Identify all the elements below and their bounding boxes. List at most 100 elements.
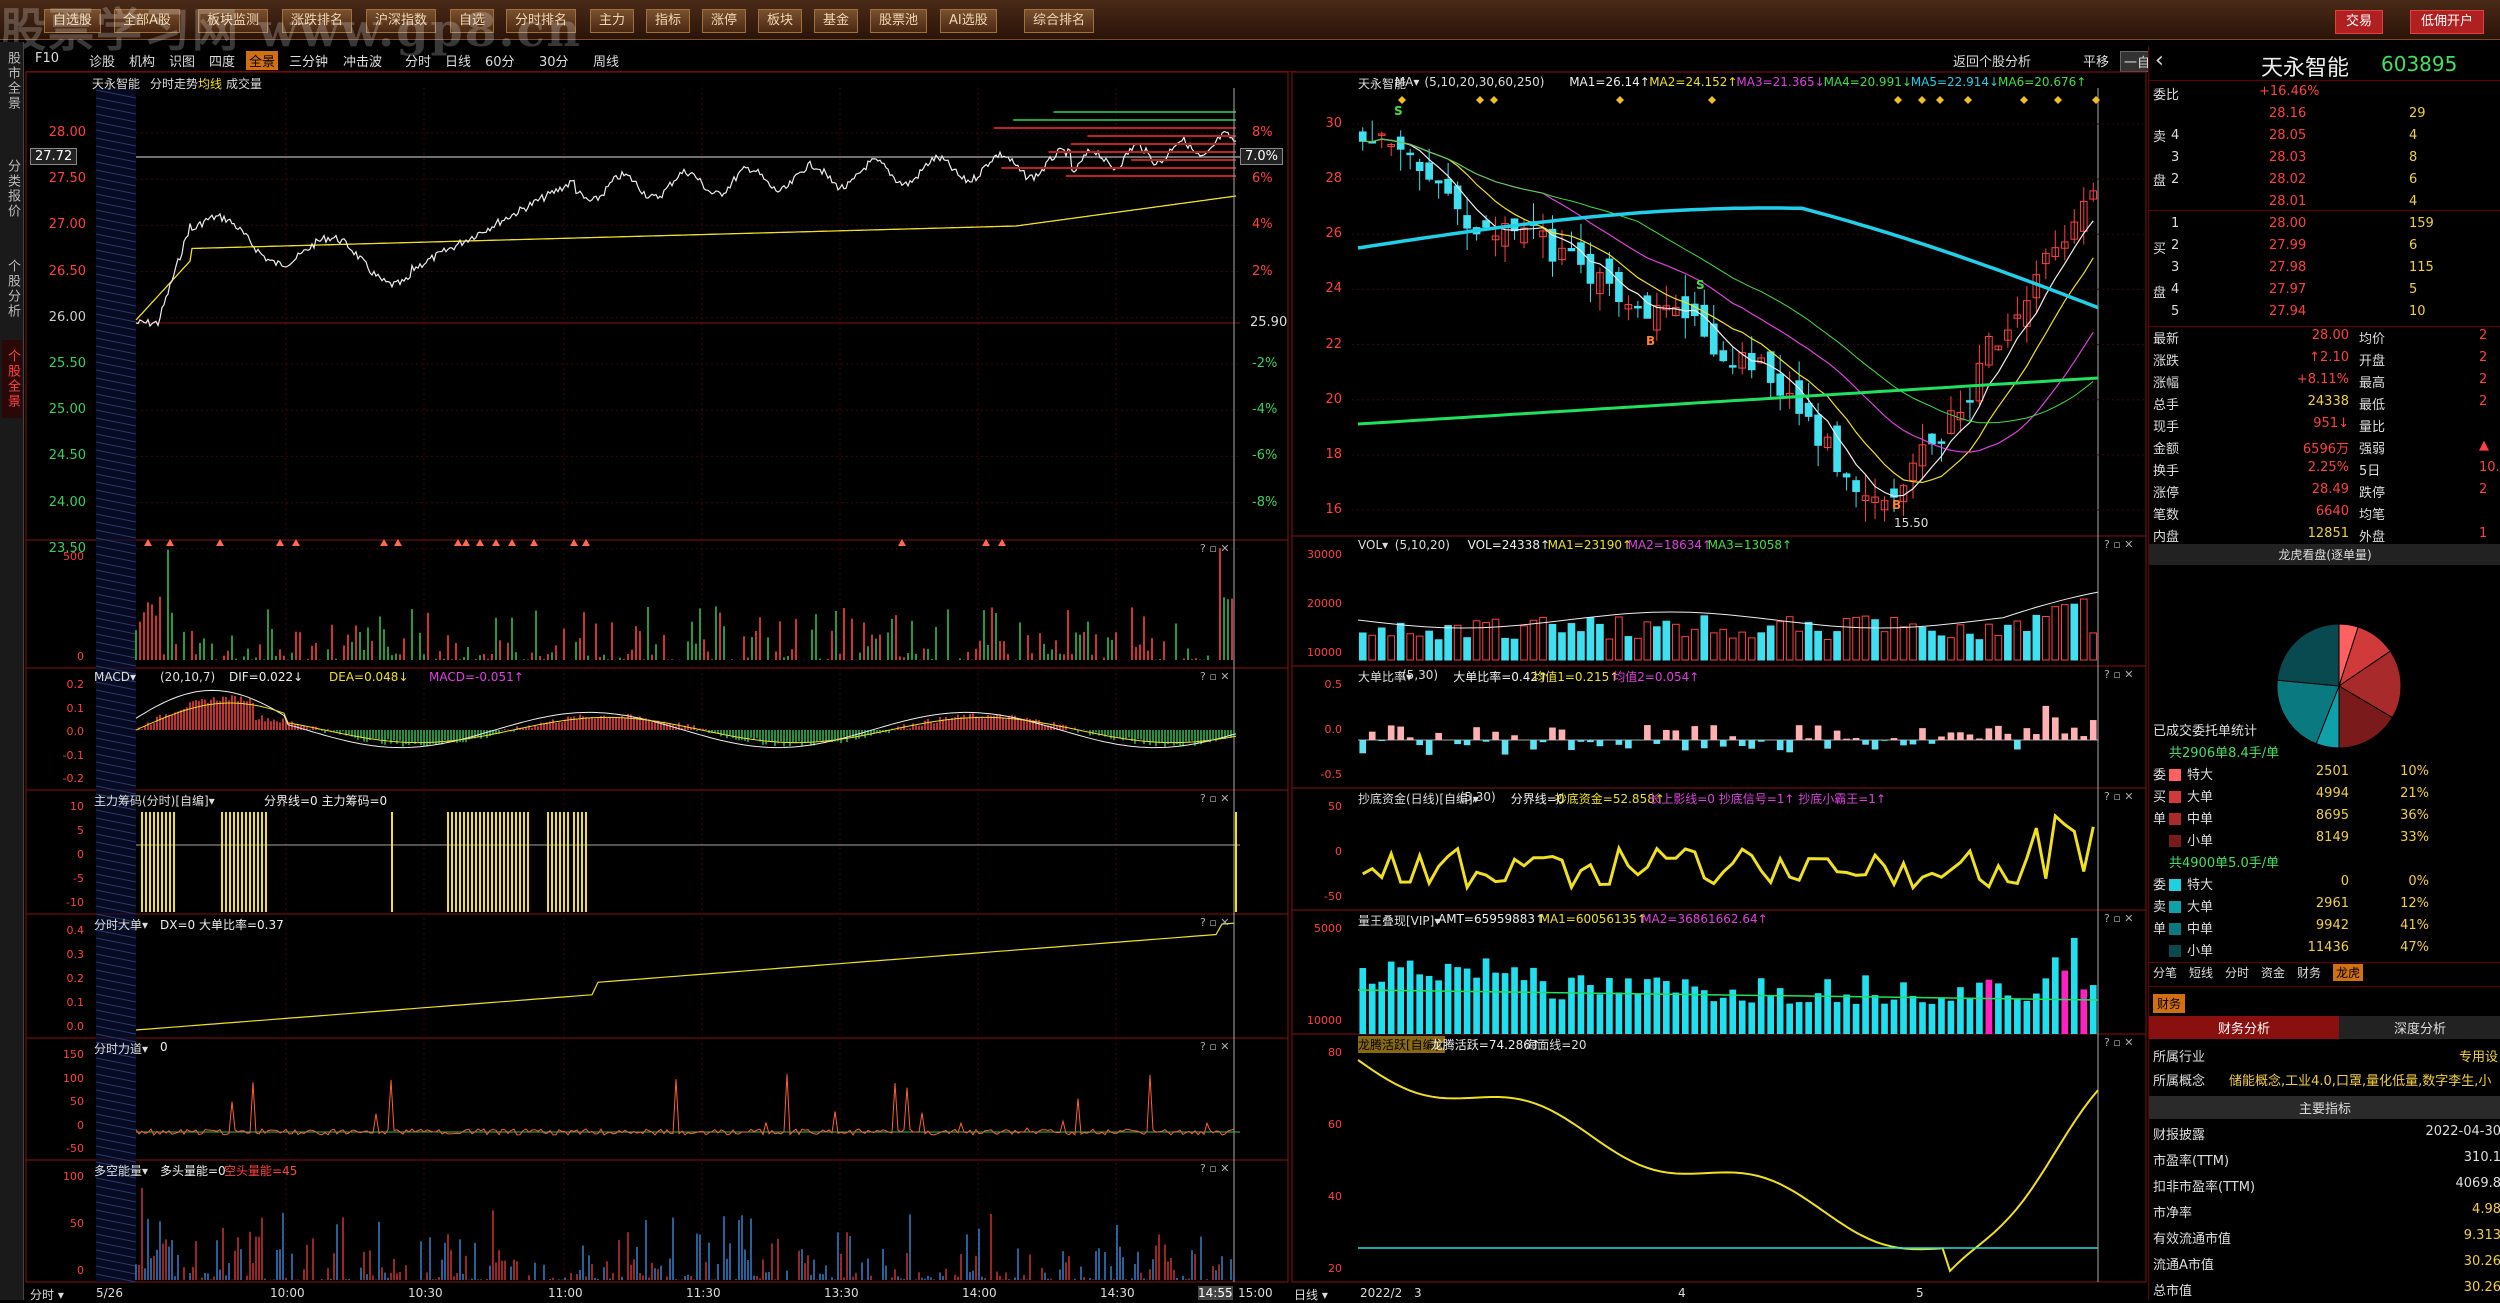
ddbl-bar xyxy=(1976,739,1983,740)
lwdx-bar xyxy=(1616,992,1623,1034)
daily-axis-label-lths: 20 xyxy=(1300,1262,1342,1275)
daily-volume-bar xyxy=(1511,639,1518,660)
daily-axis-label-lths: 40 xyxy=(1300,1190,1342,1203)
low-price-label: 15.50 xyxy=(1894,516,1928,530)
panel-controls[interactable]: ? ▫ ✕ xyxy=(1200,542,1230,555)
lwdx-bar xyxy=(1758,978,1765,1034)
panel-title-dkn[interactable]: 多空能量▾ xyxy=(94,1162,148,1179)
time-axis-label: 14:55 xyxy=(1198,1286,1233,1300)
panel-controls[interactable]: ? ▫ ✕ xyxy=(1200,1040,1230,1053)
daily-volume-bar xyxy=(1967,634,1974,660)
panel-controls[interactable]: ? ▫ ✕ xyxy=(1200,792,1230,805)
ma-menu[interactable]: MA▾ xyxy=(1395,75,1420,89)
lwdx-bar xyxy=(1597,994,1604,1034)
sell-row-pct: 0% xyxy=(2379,874,2429,889)
lwdx-bar xyxy=(1843,994,1850,1034)
right-tab-5[interactable]: 龙虎 xyxy=(2333,964,2363,981)
time-axis-label: 10:00 xyxy=(270,1286,305,1300)
ma-line xyxy=(1363,139,2094,452)
axis-label-dkn: 100 xyxy=(44,1170,84,1183)
daily-footer-menu[interactable]: 日线 ▾ xyxy=(1294,1286,1328,1303)
deep-analysis-tab[interactable]: 深度分析 xyxy=(2339,1016,2500,1039)
lwdx-bar xyxy=(1881,1004,1888,1034)
daily-panel-controls[interactable]: ? ▫ ✕ xyxy=(2104,1036,2134,1049)
account-button[interactable]: 低佣开户 xyxy=(2410,10,2484,34)
panel-title-fsld[interactable]: 分时力道▾ xyxy=(94,1040,148,1057)
lwdx-bar xyxy=(1473,978,1480,1034)
right-tab-3[interactable]: 资金 xyxy=(2261,964,2285,981)
daily-volume-bar xyxy=(1891,617,1898,660)
fin-value-4: 9.313 xyxy=(2409,1228,2500,1243)
ddbl-bar xyxy=(2052,717,2059,740)
finance-tab[interactable]: 财务 xyxy=(2153,994,2185,1013)
intraday-pane-2 xyxy=(26,668,1288,790)
macd-dea-value: DEA=0.048↓ xyxy=(329,670,409,684)
trade-button[interactable]: 交易 xyxy=(2335,10,2383,34)
stat-value-2: +8.11% xyxy=(2259,372,2349,387)
right-tab-2[interactable]: 分时 xyxy=(2225,964,2249,981)
ddbl-bar xyxy=(1900,740,1907,745)
ddbl-bar xyxy=(1682,740,1689,750)
order-stats-title: 已成交委托单统计 xyxy=(2153,720,2257,739)
panel-controls[interactable]: ? ▫ ✕ xyxy=(1200,916,1230,929)
lwdx-bar xyxy=(1691,986,1698,1034)
daily-panel-controls[interactable]: ? ▫ ✕ xyxy=(2104,668,2134,681)
daily-volume-bar xyxy=(1578,632,1585,660)
right-stock-code: 603895 xyxy=(2381,52,2457,76)
daily-event-marker xyxy=(1936,96,1944,104)
ddbl-bar xyxy=(1710,725,1717,740)
macd-value: MACD=-0.051↑ xyxy=(429,670,524,684)
time-axis-label: 10:30 xyxy=(408,1286,443,1300)
ma-line xyxy=(1363,139,2094,423)
pct-axis-label: -8% xyxy=(1252,495,1277,510)
lwdx-bar xyxy=(1891,1000,1898,1034)
time-axis-label: 14:00 xyxy=(962,1286,997,1300)
ddbl-bar xyxy=(1464,740,1471,745)
right-tab-4[interactable]: 财务 xyxy=(2297,964,2321,981)
ddbl-bar xyxy=(1853,738,1860,740)
right-tab-1[interactable]: 短线 xyxy=(2189,964,2213,981)
buy-orders-header: 共2906单8.4手/单 xyxy=(2169,742,2279,761)
ddbl-bar xyxy=(2080,736,2087,740)
daily-event-marker xyxy=(1918,96,1926,104)
right-tab-0[interactable]: 分笔 xyxy=(2153,964,2177,981)
ddbl-bar xyxy=(1805,738,1812,740)
lwdx-bar xyxy=(1397,967,1404,1034)
bid-volume-1: 159 xyxy=(2409,216,2434,231)
buy-row-label: 小单 xyxy=(2187,830,2213,849)
bid-volume-3: 115 xyxy=(2409,260,2434,275)
panel-title-fsdd[interactable]: 分时大单▾ xyxy=(94,916,148,933)
back-button[interactable]: ‹ xyxy=(2155,48,2164,73)
fin-label-3: 市净率 xyxy=(2153,1202,2192,1221)
panel-title-macd[interactable]: MACD▾ xyxy=(94,670,136,684)
daily-event-marker xyxy=(1398,96,1406,104)
ask-price-2: 28.02 xyxy=(2269,172,2306,187)
stat-label2-9: 外盘 xyxy=(2359,526,2385,545)
daily-panel-controls[interactable]: ? ▫ ✕ xyxy=(2104,912,2134,925)
lwdx-bar xyxy=(1492,973,1499,1034)
finance-analysis-tab[interactable]: 财务分析 xyxy=(2149,1016,2339,1039)
daily-volume-bar xyxy=(1597,624,1604,660)
intraday-footer-menu[interactable]: 分时 ▾ xyxy=(30,1286,64,1303)
daily-volume-bar xyxy=(1521,626,1528,660)
ddbl-bar xyxy=(1530,740,1537,750)
daily-panel-lths-text-3: 海面线=20 xyxy=(1525,1036,1586,1053)
legend-swatch xyxy=(2169,835,2181,847)
legend-swatch xyxy=(2169,791,2181,803)
daily-axis-label-ddbl: 0.5 xyxy=(1300,678,1342,691)
panel-controls[interactable]: ? ▫ ✕ xyxy=(1200,1162,1230,1175)
ddbl-bar xyxy=(1473,727,1480,740)
daily-volume-bar xyxy=(1473,621,1480,660)
lwdx-bar xyxy=(2005,995,2012,1034)
daily-panel-lwxl-text-0[interactable]: 量王叠现[VIP]▾ xyxy=(1358,912,1440,929)
lwdx-bar xyxy=(1663,981,1670,1034)
daily-panel-vol-text-0[interactable]: VOL▾ xyxy=(1358,538,1388,552)
panel-controls[interactable]: ? ▫ ✕ xyxy=(1200,670,1230,683)
daily-panel-controls[interactable]: ? ▫ ✕ xyxy=(2104,790,2134,803)
lwdx-bar xyxy=(1995,983,2002,1034)
panel-title-zlcm[interactable]: 主力筹码(分时)[自编]▾ xyxy=(94,792,215,809)
daily-panel-controls[interactable]: ? ▫ ✕ xyxy=(2104,538,2134,551)
lwdx-bar xyxy=(1748,1002,1755,1034)
intraday-stock-name: 天永智能 xyxy=(92,75,140,92)
lwdx-bar xyxy=(1654,978,1661,1034)
